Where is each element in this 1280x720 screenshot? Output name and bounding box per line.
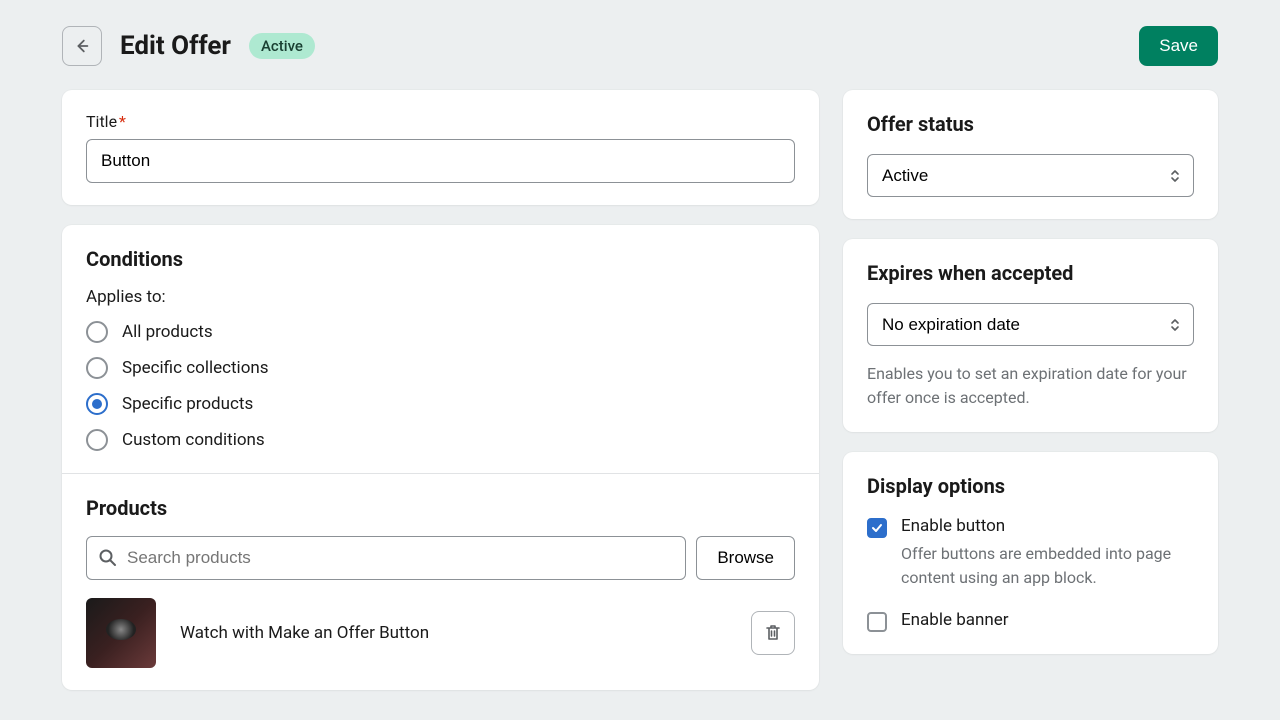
product-name: Watch with Make an Offer Button — [180, 623, 727, 643]
radio-input[interactable] — [86, 393, 108, 415]
radio-input[interactable] — [86, 321, 108, 343]
search-icon — [98, 548, 118, 568]
radio-option[interactable]: Custom conditions — [86, 429, 795, 451]
radio-label: Specific collections — [122, 358, 269, 378]
applies-to-label: Applies to: — [86, 287, 795, 307]
top-bar: Edit Offer Active Save — [62, 26, 1218, 66]
enable-button-label: Enable button — [901, 516, 1194, 536]
expires-card: Expires when accepted No expiration date… — [843, 239, 1218, 432]
radio-option[interactable]: Specific products — [86, 393, 795, 415]
offer-status-heading: Offer status — [867, 112, 1194, 136]
radio-label: Specific products — [122, 394, 253, 414]
radio-option[interactable]: Specific collections — [86, 357, 795, 379]
remove-product-button[interactable] — [751, 611, 795, 655]
enable-button-checkbox[interactable] — [867, 518, 887, 538]
radio-input[interactable] — [86, 429, 108, 451]
enable-banner-checkbox[interactable] — [867, 612, 887, 632]
radio-input[interactable] — [86, 357, 108, 379]
product-thumbnail — [86, 598, 156, 668]
radio-option[interactable]: All products — [86, 321, 795, 343]
trash-icon — [763, 623, 783, 643]
offer-status-select[interactable]: Active — [867, 154, 1194, 197]
display-options-card: Display options Enable button Offer butt… — [843, 452, 1218, 654]
status-badge: Active — [249, 33, 315, 59]
page-title: Edit Offer — [120, 31, 231, 61]
product-search-input[interactable] — [86, 536, 686, 580]
radio-label: All products — [122, 322, 213, 342]
title-card: Title* — [62, 90, 819, 205]
expires-help-text: Enables you to set an expiration date fo… — [867, 362, 1194, 410]
products-heading: Products — [86, 496, 795, 520]
enable-banner-label: Enable banner — [901, 610, 1194, 630]
conditions-heading: Conditions — [86, 247, 795, 271]
offer-status-card: Offer status Active — [843, 90, 1218, 219]
conditions-card: Conditions Applies to: All products Speci… — [62, 225, 819, 690]
check-icon — [871, 522, 883, 534]
title-label: Title* — [86, 112, 795, 131]
radio-label: Custom conditions — [122, 430, 265, 450]
expires-select[interactable]: No expiration date — [867, 303, 1194, 346]
title-input[interactable] — [86, 139, 795, 183]
arrow-left-icon — [73, 37, 91, 55]
back-button[interactable] — [62, 26, 102, 66]
save-button[interactable]: Save — [1139, 26, 1218, 66]
display-options-heading: Display options — [867, 474, 1194, 498]
enable-button-desc: Offer buttons are embedded into page con… — [901, 542, 1194, 590]
product-row: Watch with Make an Offer Button — [86, 598, 795, 668]
browse-button[interactable]: Browse — [696, 536, 795, 580]
expires-heading: Expires when accepted — [867, 261, 1194, 285]
